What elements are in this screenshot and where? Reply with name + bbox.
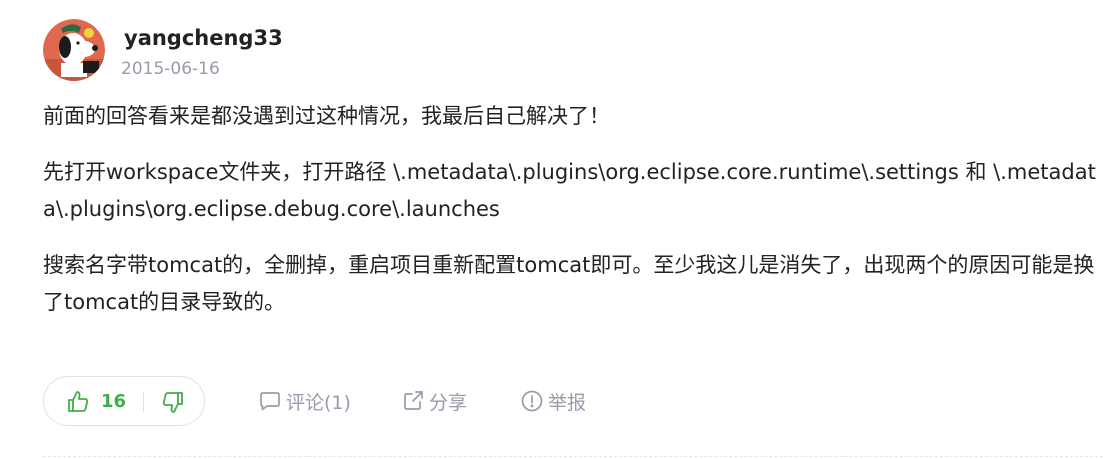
like-button[interactable] [66,390,90,414]
bottom-divider [43,456,1103,457]
answer-content: 前面的回答看来是都没遇到过这种情况，我最后自己解决了！ 先打开workspace… [43,98,1103,340]
answer-paragraph: 搜索名字带tomcat的，全删掉，重启项目重新配置tomcat即可。至少我这儿是… [43,253,1095,314]
avatar[interactable] [43,19,105,81]
vote-divider [143,392,144,412]
report-icon [521,390,543,412]
report-button[interactable]: 举报 [520,388,586,414]
post-date: 2015-06-16 [121,59,220,79]
author-name[interactable]: yangcheng33 [124,24,283,52]
snoopy-avatar-icon [43,19,105,81]
vote-pill: 16 [43,376,205,426]
comment-label: 评论(1) [286,391,351,414]
like-count: 16 [101,391,127,412]
action-bar: 16 评论(1) 分享 举报 [43,376,1103,428]
share-label: 分享 [429,391,468,414]
share-icon [404,391,423,410]
report-label: 举报 [548,391,587,414]
comment-button[interactable]: 评论(1) [258,388,351,414]
answer-paragraph: 前面的回答看来是都没遇到过这种情况，我最后自己解决了！ [43,104,610,128]
dislike-button[interactable] [161,390,185,414]
answer-card: yangcheng33 2015-06-16 前面的回答看来是都没遇到过这种情况… [0,0,1117,459]
comment-icon [260,392,280,411]
answer-paragraph: 先打开workspace文件夹，打开路径 \.metadata\.plugins… [43,160,1096,221]
share-button[interactable]: 分享 [401,388,467,414]
thumbs-down-icon [162,392,183,413]
thumbs-up-icon [68,391,89,412]
